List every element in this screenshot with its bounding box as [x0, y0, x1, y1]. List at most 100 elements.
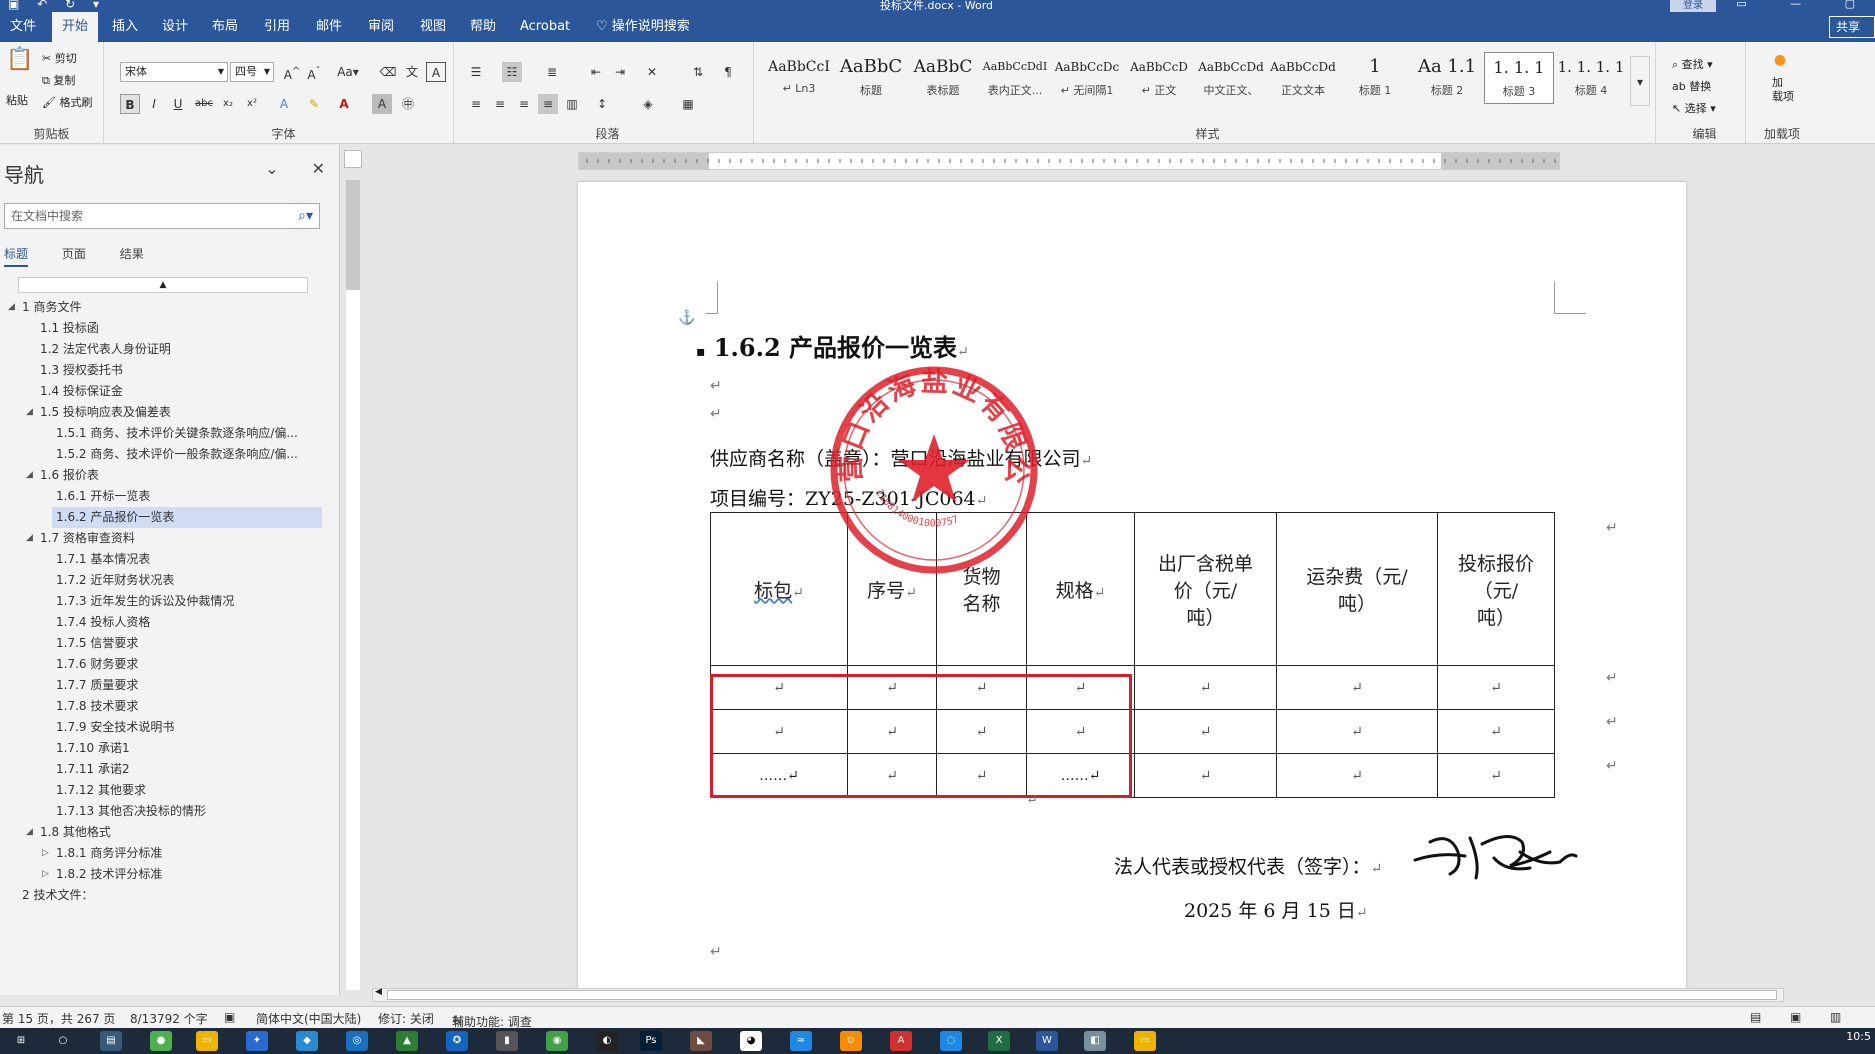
collapse-icon[interactable]: ◢	[26, 528, 33, 549]
bullets-icon[interactable]: ☰	[466, 62, 486, 82]
style-heading-4[interactable]: 1. 1. 1. 1 标题 4	[1556, 52, 1626, 104]
nav-heading-item[interactable]: 1.7.7 质量要求	[0, 675, 320, 696]
windows-start-icon[interactable]: ⊞	[10, 1031, 32, 1051]
ribbon-display-icon[interactable]: ▭	[1736, 0, 1746, 10]
addins-icon[interactable]: ●	[1770, 50, 1790, 70]
style-ln3[interactable]: AaBbCcI ↵ Ln3	[764, 52, 834, 104]
style-chinese-body[interactable]: AaBbCcDd 中文正文、	[1196, 52, 1266, 104]
tab-help[interactable]: 帮助	[460, 12, 506, 42]
table-cell[interactable]: ↵	[1437, 665, 1555, 710]
collapse-all-bar[interactable]: ▲	[18, 277, 308, 293]
align-left-icon[interactable]: ≡	[466, 94, 486, 114]
table-cell[interactable]: ↵	[1276, 753, 1438, 798]
file-explorer-icon[interactable]: ▭	[196, 1031, 218, 1051]
search-icon[interactable]: ⌕▾	[298, 204, 313, 228]
tab-headings[interactable]: 标题	[4, 247, 29, 267]
app-icon[interactable]: ◆	[296, 1031, 318, 1051]
app-icon[interactable]: ◧	[1084, 1031, 1106, 1051]
nav-heading-item[interactable]: 1.7.12 其他要求	[0, 780, 320, 801]
nav-heading-item[interactable]: 1.7.8 技术要求	[0, 696, 320, 717]
table-cell[interactable]: ↵	[1276, 709, 1438, 754]
tab-review[interactable]: 审阅	[358, 12, 404, 42]
minimize-icon[interactable]: —	[1790, 0, 1801, 10]
save-icon[interactable]: ▣	[8, 0, 19, 11]
wechat-icon[interactable]: ◉	[546, 1031, 568, 1051]
phonetic-guide-icon[interactable]: 文	[402, 62, 422, 82]
align-right-icon[interactable]: ≡	[514, 94, 534, 114]
tab-selector[interactable]	[344, 150, 362, 168]
nav-heading-item[interactable]: 1.5.2 商务、技术评价一般条款逐条响应/偏...	[0, 444, 320, 465]
nav-heading-item[interactable]: ◢ 1.5 投标响应表及偏差表	[0, 402, 320, 423]
app-icon[interactable]: ✦	[246, 1031, 268, 1051]
word-icon[interactable]: W	[1036, 1031, 1058, 1051]
excel-icon[interactable]: X	[988, 1031, 1010, 1051]
tab-references[interactable]: 引用	[254, 12, 300, 42]
char-border-icon[interactable]: A	[426, 62, 446, 82]
print-layout-icon[interactable]: ▣	[1790, 1010, 1801, 1024]
underline-icon[interactable]: U	[168, 94, 188, 114]
grow-font-icon[interactable]: A^	[282, 62, 302, 82]
document-page[interactable]: ⚓ ▪ 1.6.2 产品报价一览表↵ ↵ ↵ 供应商名称（盖章）：营口沿海盐业有…	[578, 182, 1686, 992]
nav-heading-item[interactable]: 1.7.2 近年财务状况表	[0, 570, 320, 591]
bold-icon[interactable]: B	[120, 94, 140, 114]
style-no-spacing-1[interactable]: AaBbCcDc ↵ 无间隔1	[1052, 52, 1122, 104]
app-icon[interactable]: ◣	[690, 1031, 712, 1051]
chevron-down-icon[interactable]: ⌄	[265, 159, 278, 178]
select-button[interactable]: ↖ 选择 ▾	[1672, 100, 1716, 116]
decrease-indent-icon[interactable]: ⇤	[586, 62, 606, 82]
app-icon[interactable]: ▮	[496, 1031, 518, 1051]
table-cell[interactable]: ↵	[1437, 753, 1555, 798]
nav-heading-item[interactable]: 1.6.1 开标一览表	[0, 486, 320, 507]
word-count[interactable]: 8/13792 个字	[130, 1010, 208, 1027]
italic-icon[interactable]: I	[144, 94, 164, 114]
distributed-icon[interactable]: ▥	[562, 94, 582, 114]
header-cell[interactable]: 投标报价 （元/ 吨）	[1437, 512, 1555, 666]
format-painter-button[interactable]: 🖌 格式刷	[42, 94, 92, 110]
style-table-body[interactable]: AaBbCcDdI 表内正文...	[980, 52, 1050, 104]
tab-pages[interactable]: 页面	[62, 247, 86, 265]
collapse-icon[interactable]: ◢	[8, 297, 15, 318]
nav-heading-item[interactable]: ◢ 1.6 报价表	[0, 465, 320, 486]
nav-heading-item[interactable]: 1.6.2 产品报价一览表	[52, 507, 322, 528]
close-icon[interactable]: ✕	[312, 159, 325, 178]
shading-icon[interactable]: ◈	[638, 94, 658, 114]
taskbar-clock[interactable]: 10:5	[1846, 1030, 1871, 1043]
increase-indent-icon[interactable]: ⇥	[610, 62, 630, 82]
style-table-title[interactable]: AaBbC 表标题	[908, 52, 978, 104]
addins-button[interactable]: 加 载项	[1772, 76, 1794, 104]
nav-heading-item[interactable]: 1.2 法定代表人身份证明	[0, 339, 320, 360]
nav-heading-item[interactable]: ▷ 1.8.1 商务评分标准	[0, 843, 320, 864]
nav-heading-item[interactable]: 1.7.3 近年发生的诉讼及仲裁情况	[0, 591, 320, 612]
maximize-icon[interactable]: ▢	[1845, 0, 1855, 10]
app-icon[interactable]: ⊙	[840, 1031, 862, 1051]
tab-home[interactable]: 开始	[52, 12, 99, 42]
nav-heading-item[interactable]: 1.3 授权委托书	[0, 360, 320, 381]
clear-format-icon[interactable]: ⌫	[378, 62, 398, 82]
customize-icon[interactable]: ▾	[93, 0, 99, 11]
nav-heading-item[interactable]: 1.7.11 承诺2	[0, 759, 320, 780]
tab-view[interactable]: 视图	[410, 12, 456, 42]
paste-icon[interactable]: 📋	[6, 49, 33, 80]
copy-button[interactable]: ⧉ 复制	[42, 72, 75, 88]
header-cell[interactable]: 运杂费（元/ 吨）	[1276, 512, 1438, 666]
nav-heading-item[interactable]: 1.4 投标保证金	[0, 381, 320, 402]
line-spacing-icon[interactable]: ↕	[592, 94, 612, 114]
scroll-left-icon[interactable]: ◀	[375, 987, 382, 997]
style-body-text[interactable]: AaBbCcDd 正文文本	[1268, 52, 1338, 104]
nav-heading-item[interactable]: 1.7.13 其他否决投标的情形	[0, 801, 320, 822]
font-size-combo[interactable]: 四号 ▼	[230, 62, 274, 82]
strikethrough-icon[interactable]: abc	[194, 94, 214, 114]
show-marks-icon[interactable]: ¶	[718, 62, 738, 82]
paste-button[interactable]: 粘贴	[6, 92, 28, 108]
browser-icon[interactable]: ●	[150, 1031, 172, 1051]
read-mode-icon[interactable]: ▤	[1750, 1010, 1761, 1024]
header-cell[interactable]: 标包↵	[710, 512, 848, 666]
table-cell[interactable]: ↵	[1134, 753, 1277, 798]
nav-heading-item[interactable]: ◢ 1.8 其他格式	[0, 822, 320, 843]
tab-file[interactable]: 文件	[0, 12, 46, 42]
table-cell[interactable]: ↵	[1134, 709, 1277, 754]
font-color-icon[interactable]: A	[334, 94, 354, 114]
style-heading-3[interactable]: 1. 1. 1 标题 3	[1484, 52, 1554, 104]
find-button[interactable]: ⌕ 查找 ▾	[1672, 56, 1713, 72]
app-icon[interactable]: ◎	[346, 1031, 368, 1051]
